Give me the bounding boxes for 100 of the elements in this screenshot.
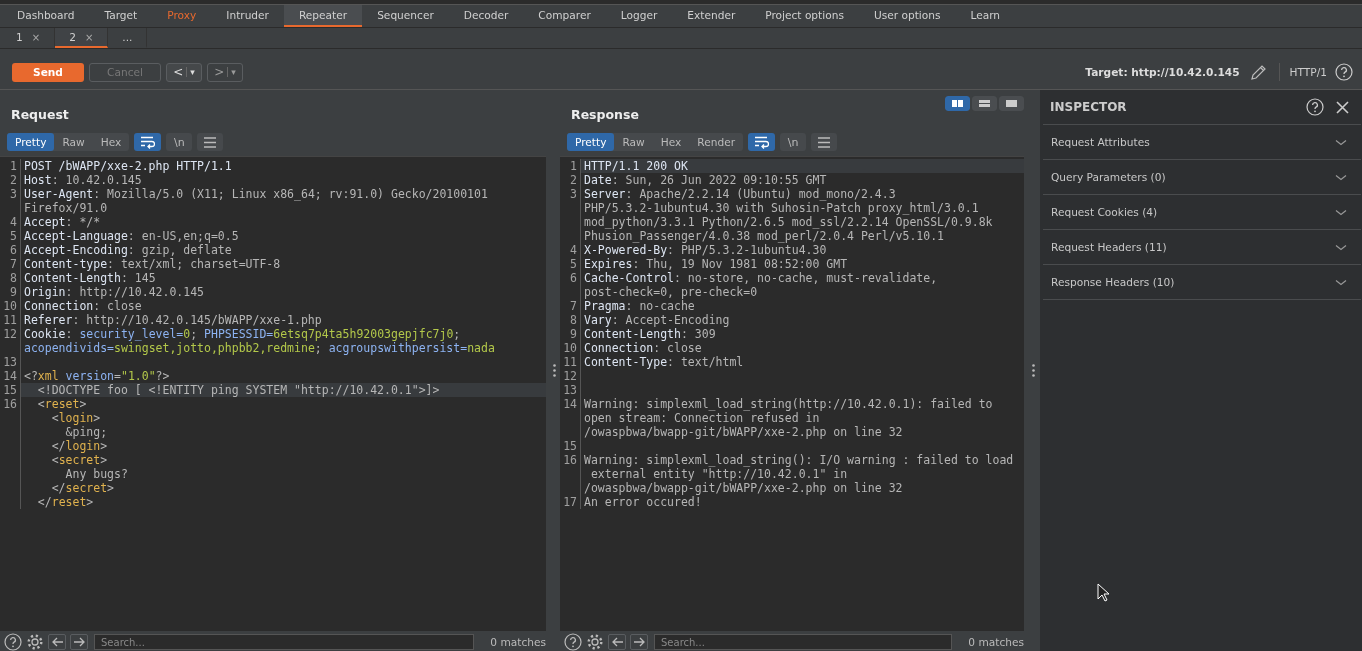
code-line: X-Powered-By: PHP/5.3.2-1ubuntu4.30 [583,243,828,257]
code-line: <reset> [36,397,88,411]
view-tab[interactable]: Raw [54,133,93,151]
code-line: </secret> [50,481,116,495]
code-line: Accept-Encoding: gzip, deflate [23,243,233,257]
inspector-section[interactable]: Request Attributes [1043,125,1361,160]
line-number: 15 [560,439,581,453]
code-line: Content-type: text/xml; charset=UTF-8 [23,257,282,271]
line-number: 10 [0,299,21,313]
view-tab[interactable]: Pretty [567,133,615,151]
code-line: Content-Type: text/html [583,355,745,369]
view-tab[interactable]: Raw [614,133,653,151]
inspector-section[interactable]: Response Headers (10) [1043,265,1361,300]
left-arrow-icon [610,635,624,649]
line-number: 16 [560,453,581,467]
inspector-section[interactable]: Query Parameters (0) [1043,160,1361,195]
tab[interactable]: Intruder [211,5,284,27]
layout-columns-icon[interactable] [945,96,970,111]
tab[interactable]: Sequencer [362,5,449,27]
help-icon[interactable] [1335,63,1353,81]
code-line: User-Agent: Mozilla/5.0 (X11; Linux x86_64; rv:91.0) Gecko/20100101 [23,187,489,201]
code-line: /owaspbwa/bwapp-git/bWAPP/xxe-2.php on line 32 [583,481,904,495]
line-number: 5 [0,229,21,243]
splitter-grip-icon[interactable] [1031,364,1035,377]
target-label: Target: http://10.42.0.145 [1085,66,1240,78]
line-number: 8 [0,271,21,285]
splitter-grip-icon[interactable] [552,364,556,377]
close-icon[interactable] [1336,100,1349,114]
tab[interactable]: Project options [750,5,859,27]
code-line: Vary: Accept-Encoding [583,313,731,327]
match-count: 0 matches [968,636,1024,648]
line-number: 2 [560,173,581,187]
code-line: <?xml version="1.0"?> [23,369,171,383]
wrap-lines-button[interactable] [748,133,775,151]
newline-button[interactable]: \n [780,133,806,151]
search-field[interactable]: Search... [654,634,953,650]
line-number: 3 [0,187,21,201]
chevron-down-icon [1335,138,1347,146]
code-line: Origin: http://10.42.0.145 [23,285,206,299]
view-tab[interactable]: Render [689,133,743,151]
line-number: 12 [560,369,581,383]
code-line: Date: Sun, 26 Jun 2022 09:10:55 GMT [583,173,828,187]
tab[interactable]: Comparer [523,5,606,27]
code-line: Expires: Thu, 19 Nov 1981 08:52:00 GMT [583,257,849,271]
layout-rows-icon[interactable] [972,96,997,111]
menu-button[interactable] [811,133,837,151]
code-line: PHP/5.3.2-1ubuntu4.30 with Suhosin-Patch proxy_html/3.0.1 [583,201,980,215]
code-line: Content-Length: 309 [583,327,717,341]
tab[interactable]: 2 × [55,28,109,48]
wrap-icon [754,135,769,149]
tab[interactable]: Target [89,5,153,27]
help-icon[interactable] [1306,98,1324,116]
menu-icon [817,135,831,149]
line-number: 14 [560,397,581,411]
next-match-button[interactable] [70,634,88,650]
panel-title: Request [11,107,69,122]
help-icon[interactable] [4,633,22,651]
newline-button[interactable]: \n [166,133,193,151]
chevron-down-icon [1335,173,1347,181]
pencil-icon[interactable] [1249,63,1267,81]
code-line: Connection: close [583,341,703,355]
tab[interactable]: Extender [672,5,751,27]
code-line: Cache-Control: no-store, no-cache, must-revalidate, [583,271,939,285]
code-line: Accept-Language: en-US,en;q=0.5 [23,229,240,243]
settings-icon[interactable] [586,633,604,651]
tab[interactable]: Repeater [283,5,363,27]
tab[interactable]: ... [108,28,148,48]
view-tab[interactable]: Pretty [7,133,55,151]
line-number: 2 [0,173,21,187]
inspector-section[interactable]: Request Headers (11) [1043,230,1361,265]
previous-match-button[interactable] [48,634,66,650]
code-line: Referer: http://10.42.0.145/bWAPP/xxe-1.php [23,313,323,327]
tab[interactable]: Logger [605,5,673,27]
code-line: <secret> [50,453,109,467]
view-tab[interactable]: Hex [652,133,690,151]
wrap-lines-button[interactable] [134,133,162,151]
code-line: Cookie: security_level=0; PHPSESSID=6etsq7p4ta5h92003gepjfc7j0; [23,327,462,341]
tab[interactable]: Decoder [448,5,524,27]
code-line: /owaspbwa/bwapp-git/bWAPP/xxe-2.php on line 32 [583,425,904,439]
close-button[interactable]: × [31,31,41,43]
settings-icon[interactable] [26,633,44,651]
tab[interactable]: Learn [955,5,1016,27]
back-button[interactable]: < ▾ [166,62,202,82]
line-number: 12 [0,327,21,341]
protocol-label[interactable]: HTTP/1 [1289,66,1327,78]
inspector-section[interactable]: Request Cookies (4) [1043,195,1361,230]
close-button[interactable]: × [84,31,94,43]
search-field[interactable]: Search... [94,634,475,650]
previous-match-button[interactable] [608,634,626,650]
code-line: &ping; [64,425,109,439]
next-match-button[interactable] [630,634,648,650]
code-line: Server: Apache/2.2.14 (Ubuntu) mod_mono/2.4.3 [583,187,897,201]
tab[interactable]: User options [858,5,956,27]
view-tab[interactable]: Hex [92,133,130,151]
code-line: POST /bWAPP/xxe-2.php HTTP/1.1 [23,159,233,173]
menu-button[interactable] [197,133,224,151]
tab[interactable]: Dashboard [2,5,90,27]
line-number: 3 [560,187,581,201]
help-icon[interactable] [564,633,582,651]
layout-single-icon[interactable] [999,96,1024,111]
